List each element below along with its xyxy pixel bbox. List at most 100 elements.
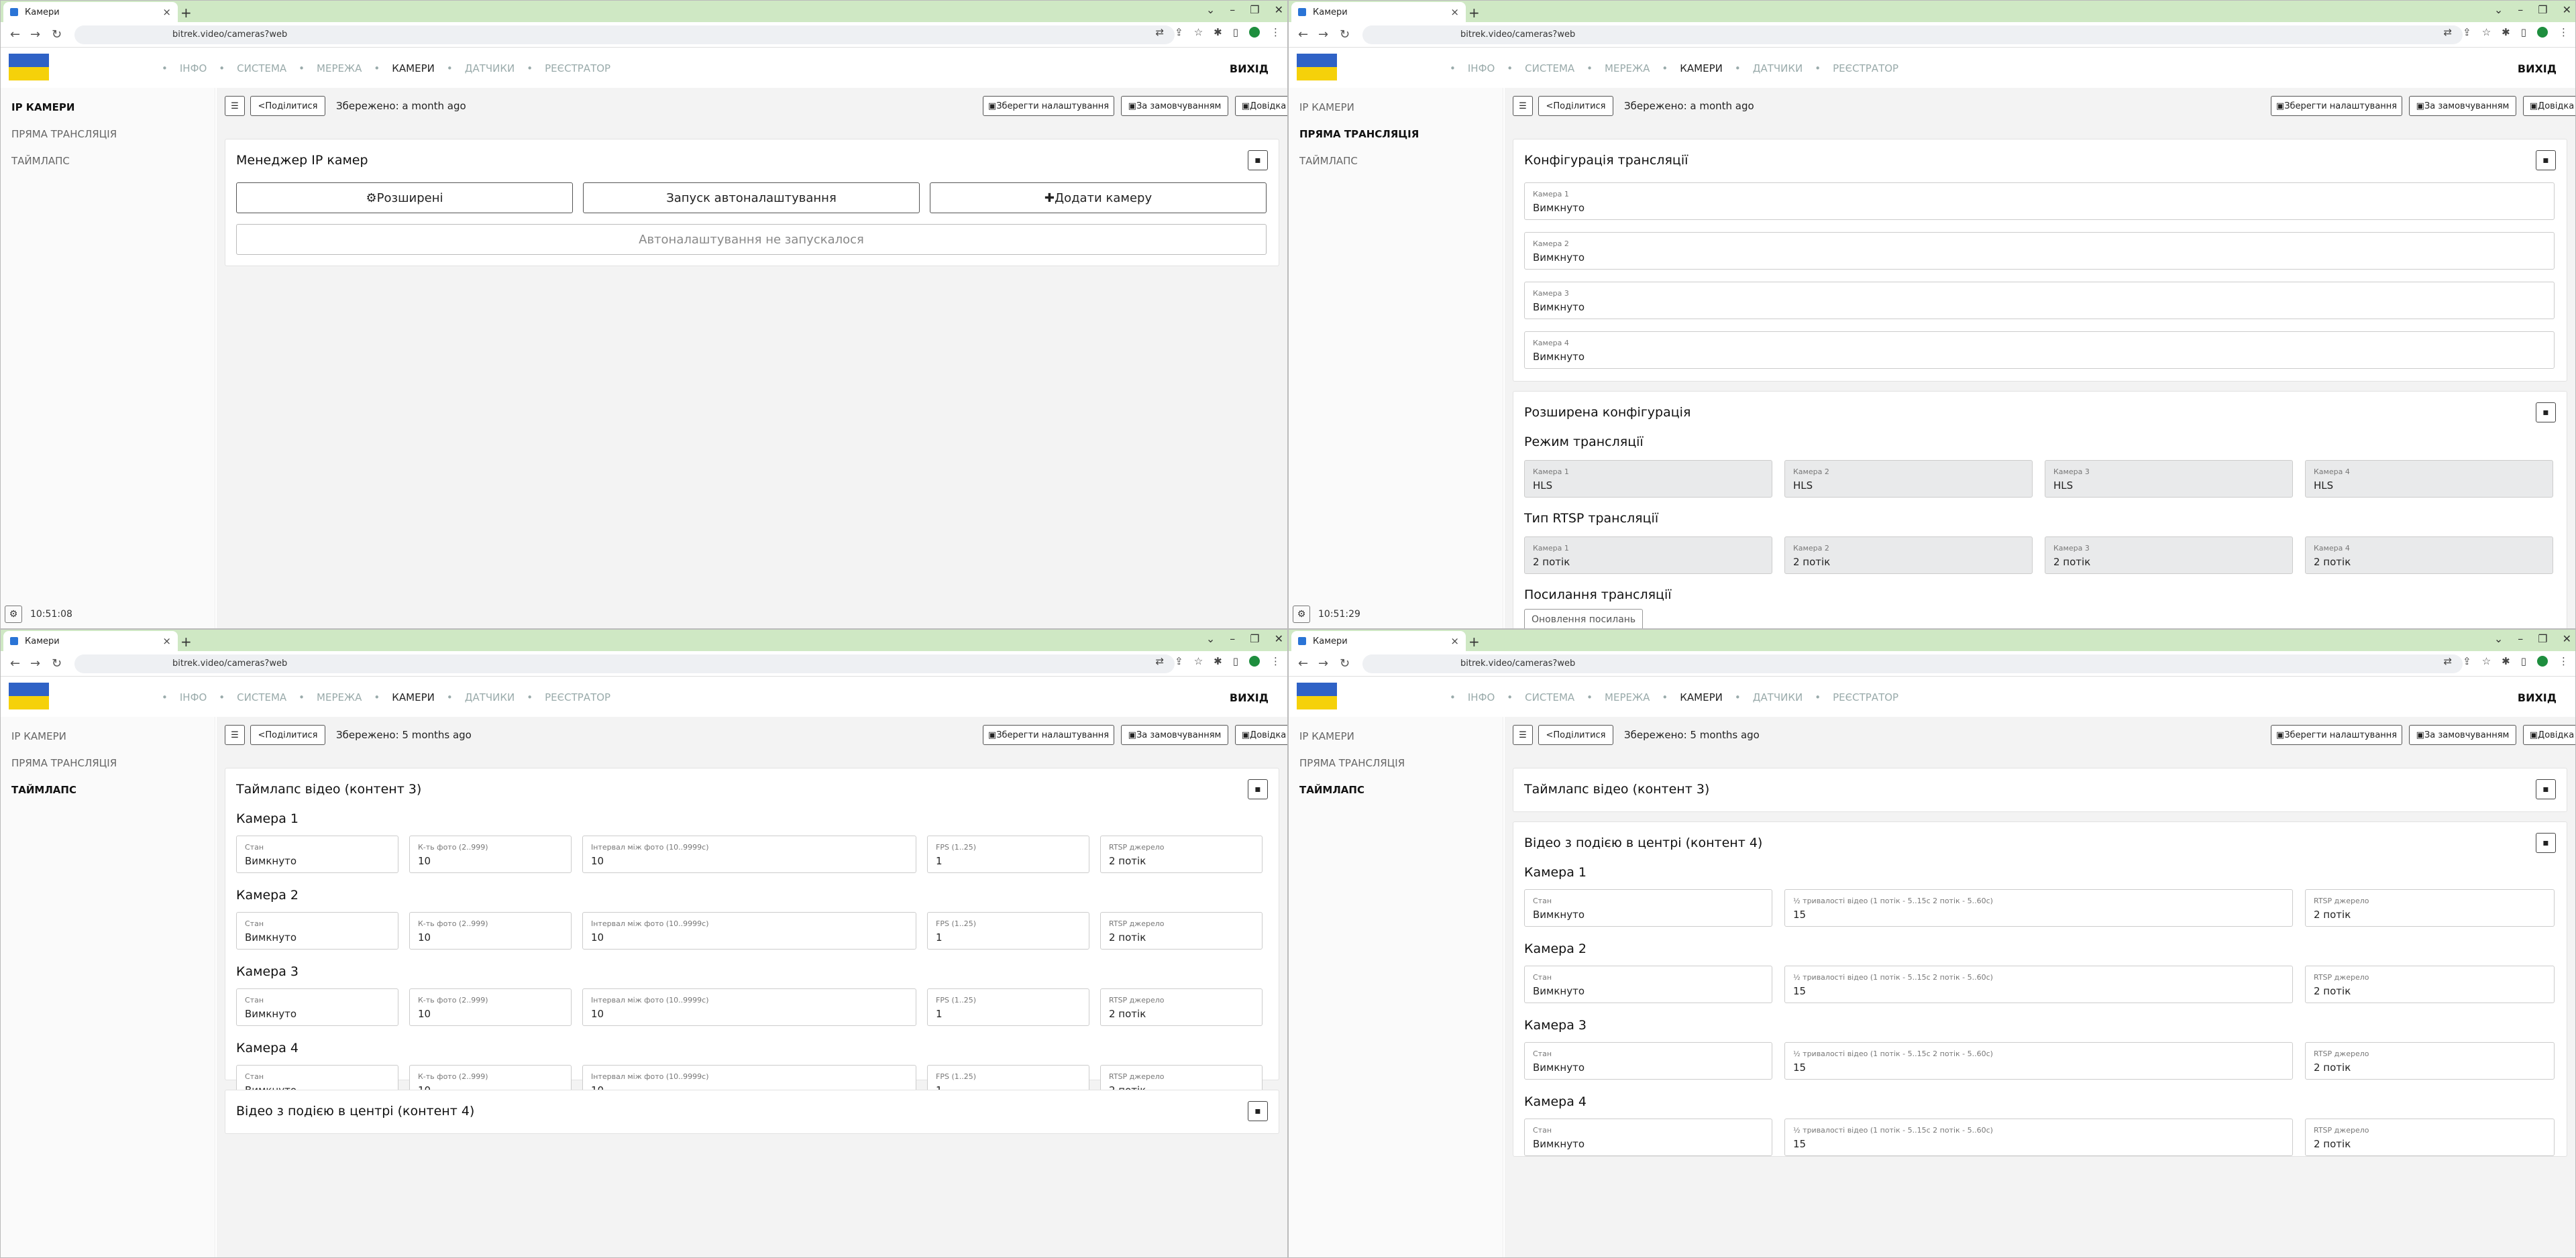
select-field[interactable]: Інтервал між фото (10..9999с) 10 <box>582 912 916 950</box>
select-field[interactable]: Камера 1 2 потік <box>1524 536 1772 574</box>
list-toggle-button[interactable]: ☰ <box>225 96 245 116</box>
profile-avatar[interactable] <box>2537 656 2548 667</box>
maximize-icon[interactable]: ❐ <box>1250 632 1259 645</box>
chevron-down-icon[interactable]: ⌄ <box>1206 632 1215 645</box>
select-field[interactable]: Камера 1 Вимкнуто <box>1524 182 2555 220</box>
nav-item[interactable]: ІНФО <box>1468 691 1495 703</box>
star-icon[interactable]: ☆ <box>1194 655 1203 667</box>
sidebar-item[interactable]: ПРЯМА ТРАНСЛЯЦІЯ <box>11 128 117 140</box>
new-tab-icon[interactable]: + <box>180 5 192 21</box>
back-icon[interactable]: ← <box>1298 27 1308 42</box>
select-field[interactable]: ½ тривалості відео (1 потік - 5..15с 2 п… <box>1784 1119 2293 1156</box>
chevron-down-icon[interactable]: ⌄ <box>2494 632 2503 645</box>
sidebar-item[interactable]: IP КАМЕРИ <box>1299 101 1354 113</box>
forward-icon[interactable]: → <box>30 27 40 42</box>
share-icon[interactable]: ⇪ <box>2463 26 2471 38</box>
save-settings-button[interactable]: ▣ Зберегти налаштування <box>2271 725 2402 745</box>
logout-link[interactable]: ВИХІД <box>2518 62 2557 75</box>
nav-item[interactable]: СИСТЕМА <box>237 62 286 74</box>
nav-item[interactable]: ДАТЧИКИ <box>465 62 515 74</box>
nav-item[interactable]: МЕРЕЖА <box>1605 62 1650 74</box>
back-icon[interactable]: ← <box>1298 656 1308 671</box>
profile-avatar[interactable] <box>1249 27 1260 38</box>
gear-icon[interactable]: ⚙ <box>5 606 22 623</box>
add-camera-button[interactable]: ✚ Додати камеру <box>930 182 1267 213</box>
collapse-icon[interactable]: ▪ <box>1248 1101 1268 1121</box>
nav-item[interactable]: КАМЕРИ <box>1680 62 1723 74</box>
sidebar-item[interactable]: ПРЯМА ТРАНСЛЯЦІЯ <box>1299 757 1405 769</box>
select-field[interactable]: FPS (1..25) 1 <box>927 912 1089 950</box>
forward-icon[interactable]: → <box>1318 27 1328 42</box>
nav-item[interactable]: ДАТЧИКИ <box>1753 62 1803 74</box>
sidebar-item[interactable]: ТАЙМЛАПС <box>11 155 70 167</box>
nav-item[interactable]: РЕЄСТРАТОР <box>545 691 610 703</box>
close-icon[interactable]: ✕ <box>1275 3 1283 16</box>
collapse-icon[interactable]: ▪ <box>2536 833 2556 853</box>
select-field[interactable]: FPS (1..25) 1 <box>927 836 1089 873</box>
nav-item[interactable]: КАМЕРИ <box>392 62 435 74</box>
browser-tab[interactable]: Камери × <box>1291 2 1466 22</box>
select-field[interactable]: К-ть фото (2..999) 10 <box>409 836 572 873</box>
nav-item[interactable]: СИСТЕМА <box>237 691 286 703</box>
profile-avatar[interactable] <box>1249 656 1260 667</box>
help-button[interactable]: ▣ Довідка <box>2523 725 2575 745</box>
tab-close-icon[interactable]: × <box>1450 635 1459 647</box>
select-field[interactable]: Стан Вимкнуто <box>1524 889 1772 927</box>
help-button[interactable]: ▣ Довідка <box>2523 96 2575 116</box>
help-button[interactable]: ▣ Довідка <box>1235 725 1287 745</box>
select-field[interactable]: Камера 3 HLS <box>2045 460 2293 498</box>
logout-link[interactable]: ВИХІД <box>1230 691 1269 704</box>
select-field[interactable]: Інтервал між фото (10..9999с) 10 <box>582 988 916 1026</box>
address-bar[interactable]: bitrek.video/cameras?web <box>1362 654 2463 673</box>
sidebar-item[interactable]: IP КАМЕРИ <box>1299 730 1354 742</box>
reload-icon[interactable]: ↻ <box>52 27 62 42</box>
translate-icon[interactable]: ⇄ <box>2444 26 2453 38</box>
select-field[interactable]: Камера 2 HLS <box>1784 460 2033 498</box>
select-field[interactable]: FPS (1..25) 1 <box>927 988 1089 1026</box>
sidepanel-icon[interactable]: ▯ <box>2521 655 2526 667</box>
nav-item[interactable]: МЕРЕЖА <box>317 691 362 703</box>
select-field[interactable]: RTSP джерело 2 потік <box>1100 912 1263 950</box>
share-button[interactable]: < Поділитися <box>250 96 325 116</box>
nav-item[interactable]: СИСТЕМА <box>1525 691 1574 703</box>
select-field[interactable]: Стан Вимкнуто <box>236 836 398 873</box>
select-field[interactable]: Камера 4 Вимкнуто <box>1524 331 2555 369</box>
close-icon[interactable]: ✕ <box>1275 632 1283 645</box>
star-icon[interactable]: ☆ <box>2482 26 2491 38</box>
star-icon[interactable]: ☆ <box>1194 26 1203 38</box>
new-tab-icon[interactable]: + <box>180 634 192 650</box>
select-field[interactable]: Камера 3 Вимкнуто <box>1524 282 2555 319</box>
select-field[interactable]: Стан Вимкнуто <box>236 912 398 950</box>
share-button[interactable]: < Поділитися <box>1538 96 1613 116</box>
defaults-button[interactable]: ▣ За замовчуванням <box>2409 725 2516 745</box>
nav-item[interactable]: МЕРЕЖА <box>1605 691 1650 703</box>
collapse-icon[interactable]: ▪ <box>2536 779 2556 799</box>
nav-item[interactable]: ІНФО <box>180 691 207 703</box>
nav-item[interactable]: РЕЄСТРАТОР <box>1833 62 1898 74</box>
extensions-icon[interactable]: ✱ <box>1214 26 1222 38</box>
reload-icon[interactable]: ↻ <box>52 656 62 671</box>
address-bar[interactable]: bitrek.video/cameras?web <box>1362 25 2463 44</box>
select-field[interactable]: Камера 4 2 потік <box>2305 536 2553 574</box>
sidebar-item[interactable]: ПРЯМА ТРАНСЛЯЦІЯ <box>1299 128 1419 140</box>
gear-icon[interactable]: ⚙ <box>1293 606 1310 623</box>
nav-item[interactable]: ДАТЧИКИ <box>1753 691 1803 703</box>
browser-menu-icon[interactable]: ⋮ <box>2559 26 2569 38</box>
minimize-icon[interactable]: – <box>2518 3 2523 16</box>
select-field[interactable]: RTSP джерело 2 потік <box>2305 1042 2555 1080</box>
reload-icon[interactable]: ↻ <box>1340 656 1350 671</box>
sidepanel-icon[interactable]: ▯ <box>1233 26 1238 38</box>
select-field[interactable]: Камера 1 HLS <box>1524 460 1772 498</box>
new-tab-icon[interactable]: + <box>1468 5 1480 21</box>
minimize-icon[interactable]: – <box>1230 3 1235 16</box>
minimize-icon[interactable]: – <box>2518 632 2523 645</box>
select-field[interactable]: Стан Вимкнуто <box>236 988 398 1026</box>
extensions-icon[interactable]: ✱ <box>1214 655 1222 667</box>
share-icon[interactable]: ⇪ <box>2463 655 2471 667</box>
close-icon[interactable]: ✕ <box>2563 3 2571 16</box>
extensions-icon[interactable]: ✱ <box>2502 655 2510 667</box>
nav-item[interactable]: ІНФО <box>1468 62 1495 74</box>
reload-icon[interactable]: ↻ <box>1340 27 1350 42</box>
save-settings-button[interactable]: ▣ Зберегти налаштування <box>2271 96 2402 116</box>
browser-menu-icon[interactable]: ⋮ <box>2559 655 2569 667</box>
